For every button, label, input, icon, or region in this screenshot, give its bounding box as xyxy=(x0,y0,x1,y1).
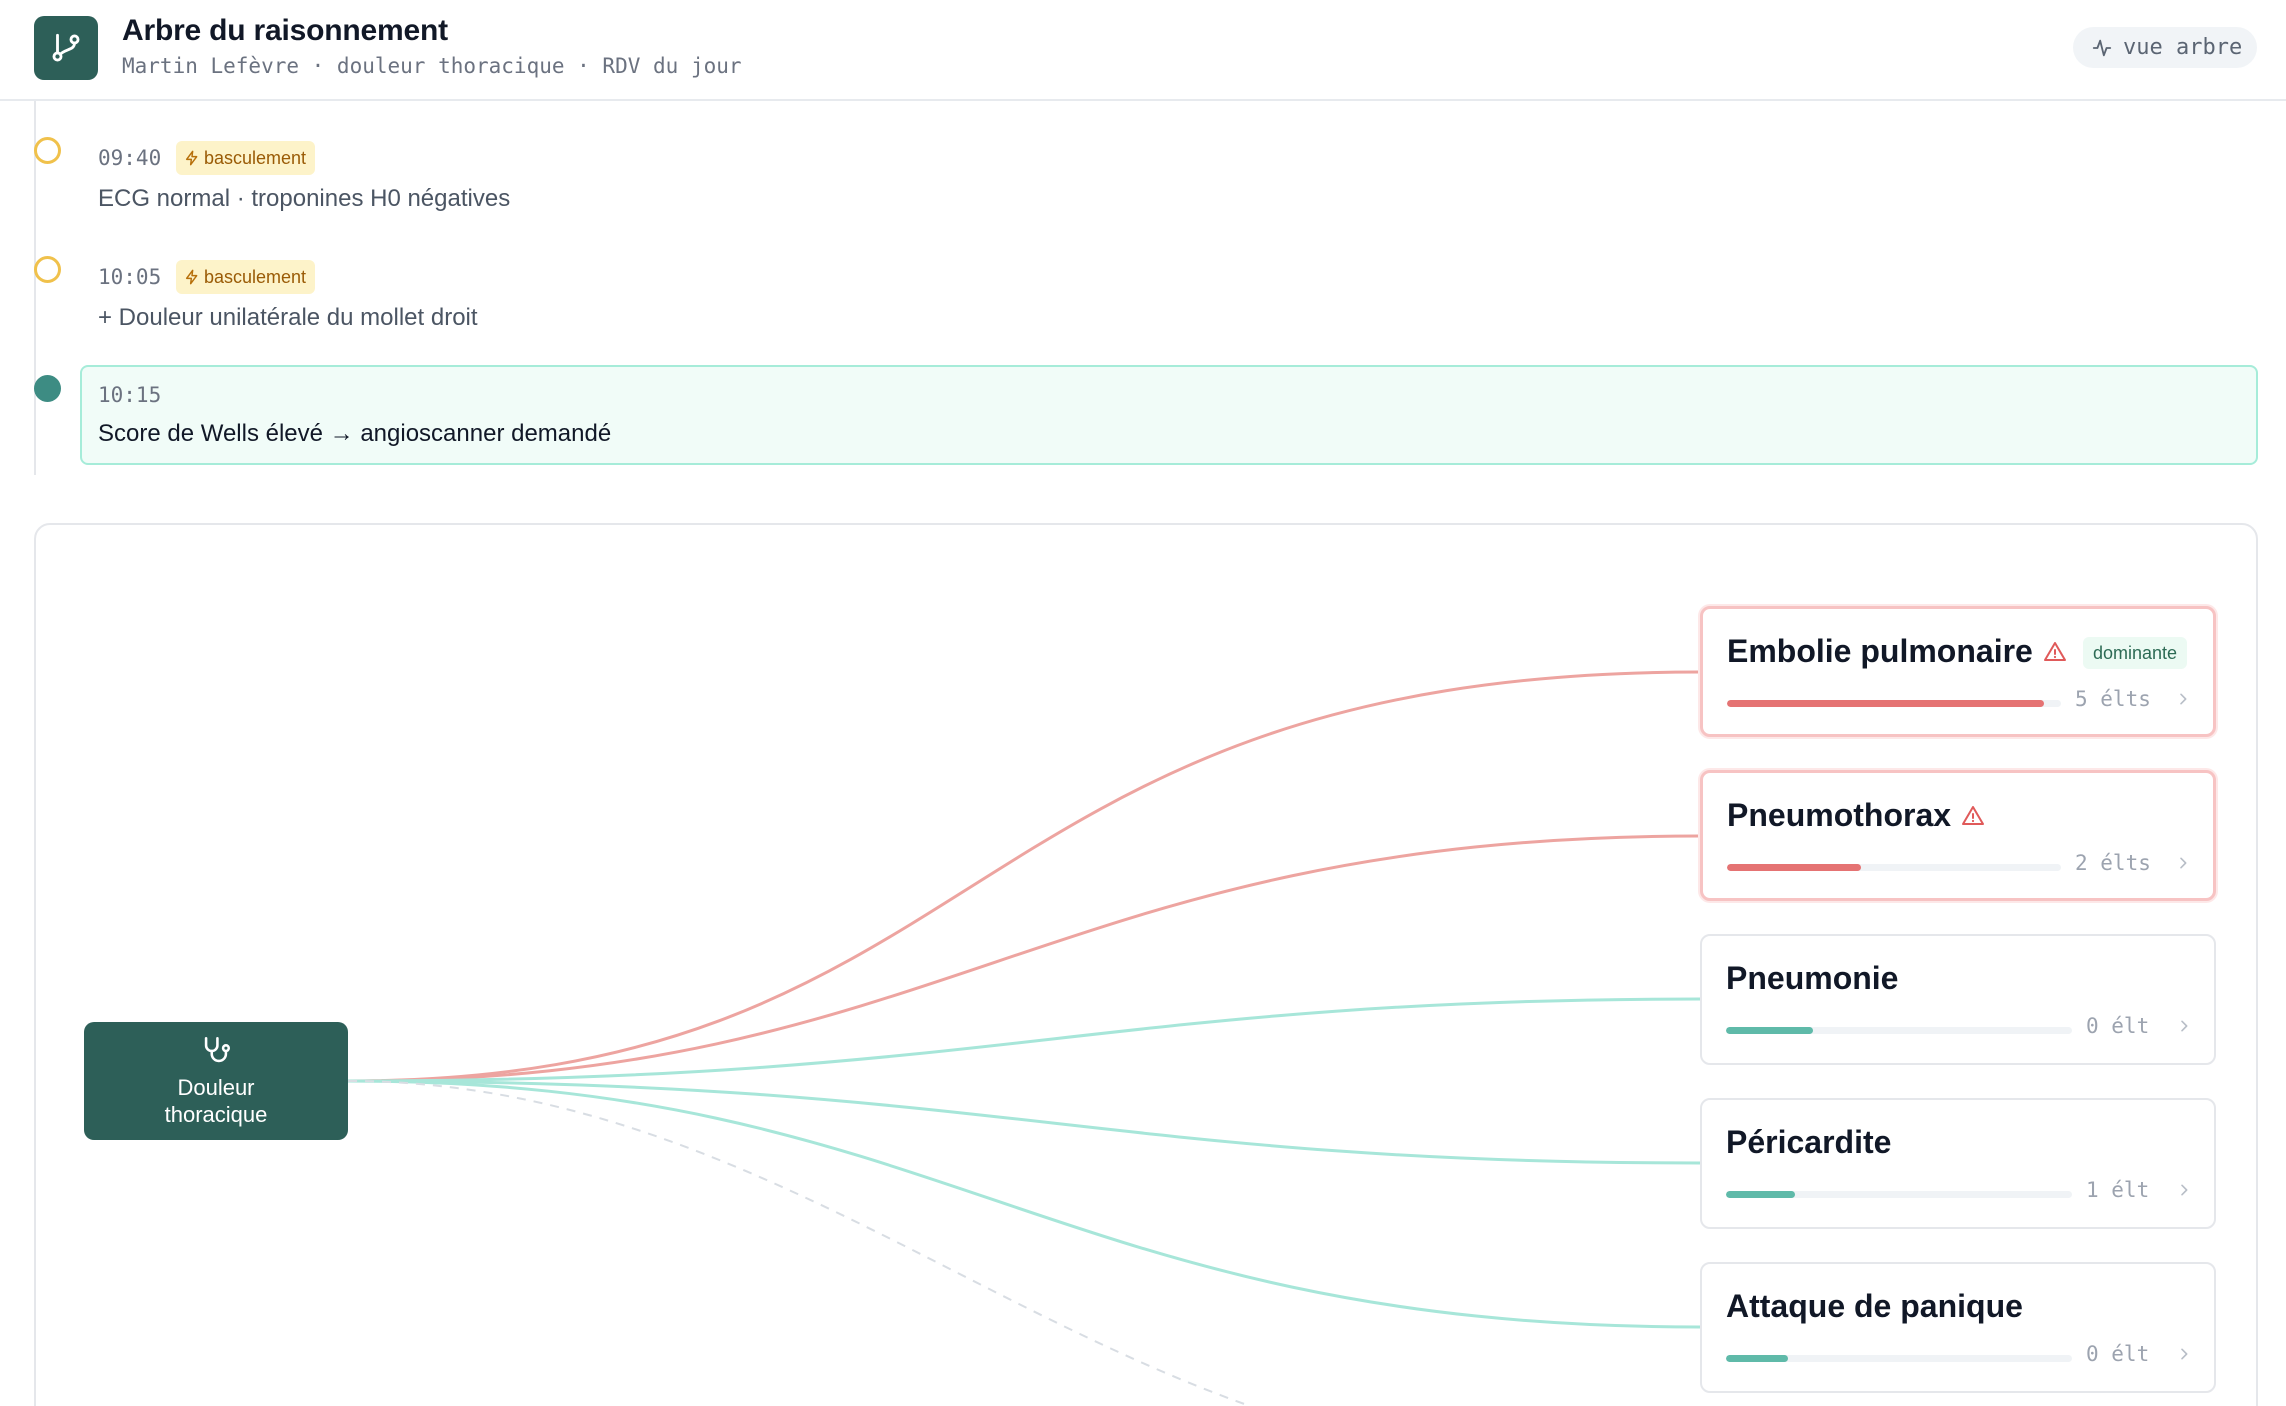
alert-triangle-icon xyxy=(2043,641,2066,661)
element-count: 2 élts xyxy=(2075,851,2151,875)
tree-link-panique xyxy=(347,1079,1701,1329)
tree-link-pneumothorax xyxy=(347,834,1701,1083)
diagnosis-name: Attaque de panique xyxy=(1726,1288,2023,1325)
diagnosis-name-text: Embolie pulmonaire xyxy=(1727,633,2033,669)
chevron-right-icon[interactable] xyxy=(2176,1346,2192,1362)
probability-bar xyxy=(1726,1355,2072,1362)
probability-bar xyxy=(1727,700,2061,707)
tree-link-pericardite xyxy=(347,1079,1701,1165)
diagnosis-card[interactable]: Embolie pulmonaire dominante 5 élts xyxy=(1700,606,2216,737)
diagnosis-name-text: Péricardite xyxy=(1726,1124,1892,1160)
probability-bar xyxy=(1727,864,2061,871)
alert-triangle-icon xyxy=(1962,805,1985,825)
tree-link-embolie xyxy=(347,670,1701,1083)
diagnosis-card[interactable]: Péricardite 1 élt xyxy=(1700,1098,2216,1229)
chevron-right-icon[interactable] xyxy=(2176,1182,2192,1198)
chevron-right-icon[interactable] xyxy=(2175,691,2191,707)
diagnosis-name-text: Pneumothorax xyxy=(1727,797,1952,833)
tree-link-pneumonie xyxy=(347,997,1701,1083)
stethoscope-icon xyxy=(204,1036,231,1063)
tree-root-node[interactable]: Douleur thoracique xyxy=(84,1022,348,1140)
element-count: 0 élt xyxy=(2086,1342,2150,1366)
element-count: 0 élt xyxy=(2086,1014,2150,1038)
tree-root-label: Douleur thoracique xyxy=(164,1075,268,1127)
dominant-badge: dominante xyxy=(2083,637,2188,669)
probability-bar-fill xyxy=(1727,700,2044,707)
diagnosis-card[interactable]: Pneumothorax 2 élts xyxy=(1700,770,2216,901)
probability-bar-fill xyxy=(1727,864,1861,871)
diagnosis-card[interactable]: Attaque de panique 0 élt xyxy=(1700,1262,2216,1393)
diagnosis-card[interactable]: Pneumonie 0 élt xyxy=(1700,934,2216,1065)
diagnosis-name-text: Attaque de panique xyxy=(1726,1288,2023,1324)
diagnosis-name-text: Pneumonie xyxy=(1726,960,1899,996)
diagnosis-name: Pneumonie xyxy=(1726,960,1898,997)
chevron-right-icon[interactable] xyxy=(2175,855,2191,871)
probability-bar-fill xyxy=(1726,1191,1795,1198)
element-count: 1 élt xyxy=(2086,1178,2150,1202)
chevron-right-icon[interactable] xyxy=(2176,1018,2192,1034)
element-count: 5 élts xyxy=(2075,687,2151,711)
probability-bar xyxy=(1726,1191,2072,1198)
probability-bar xyxy=(1726,1027,2072,1034)
probability-bar-fill xyxy=(1726,1027,1813,1034)
diagnosis-name: Péricardite xyxy=(1726,1124,1891,1161)
diagnosis-name: Pneumothorax xyxy=(1727,797,1985,834)
diagnosis-name: Embolie pulmonaire xyxy=(1727,633,2067,670)
probability-bar-fill xyxy=(1726,1355,1788,1362)
